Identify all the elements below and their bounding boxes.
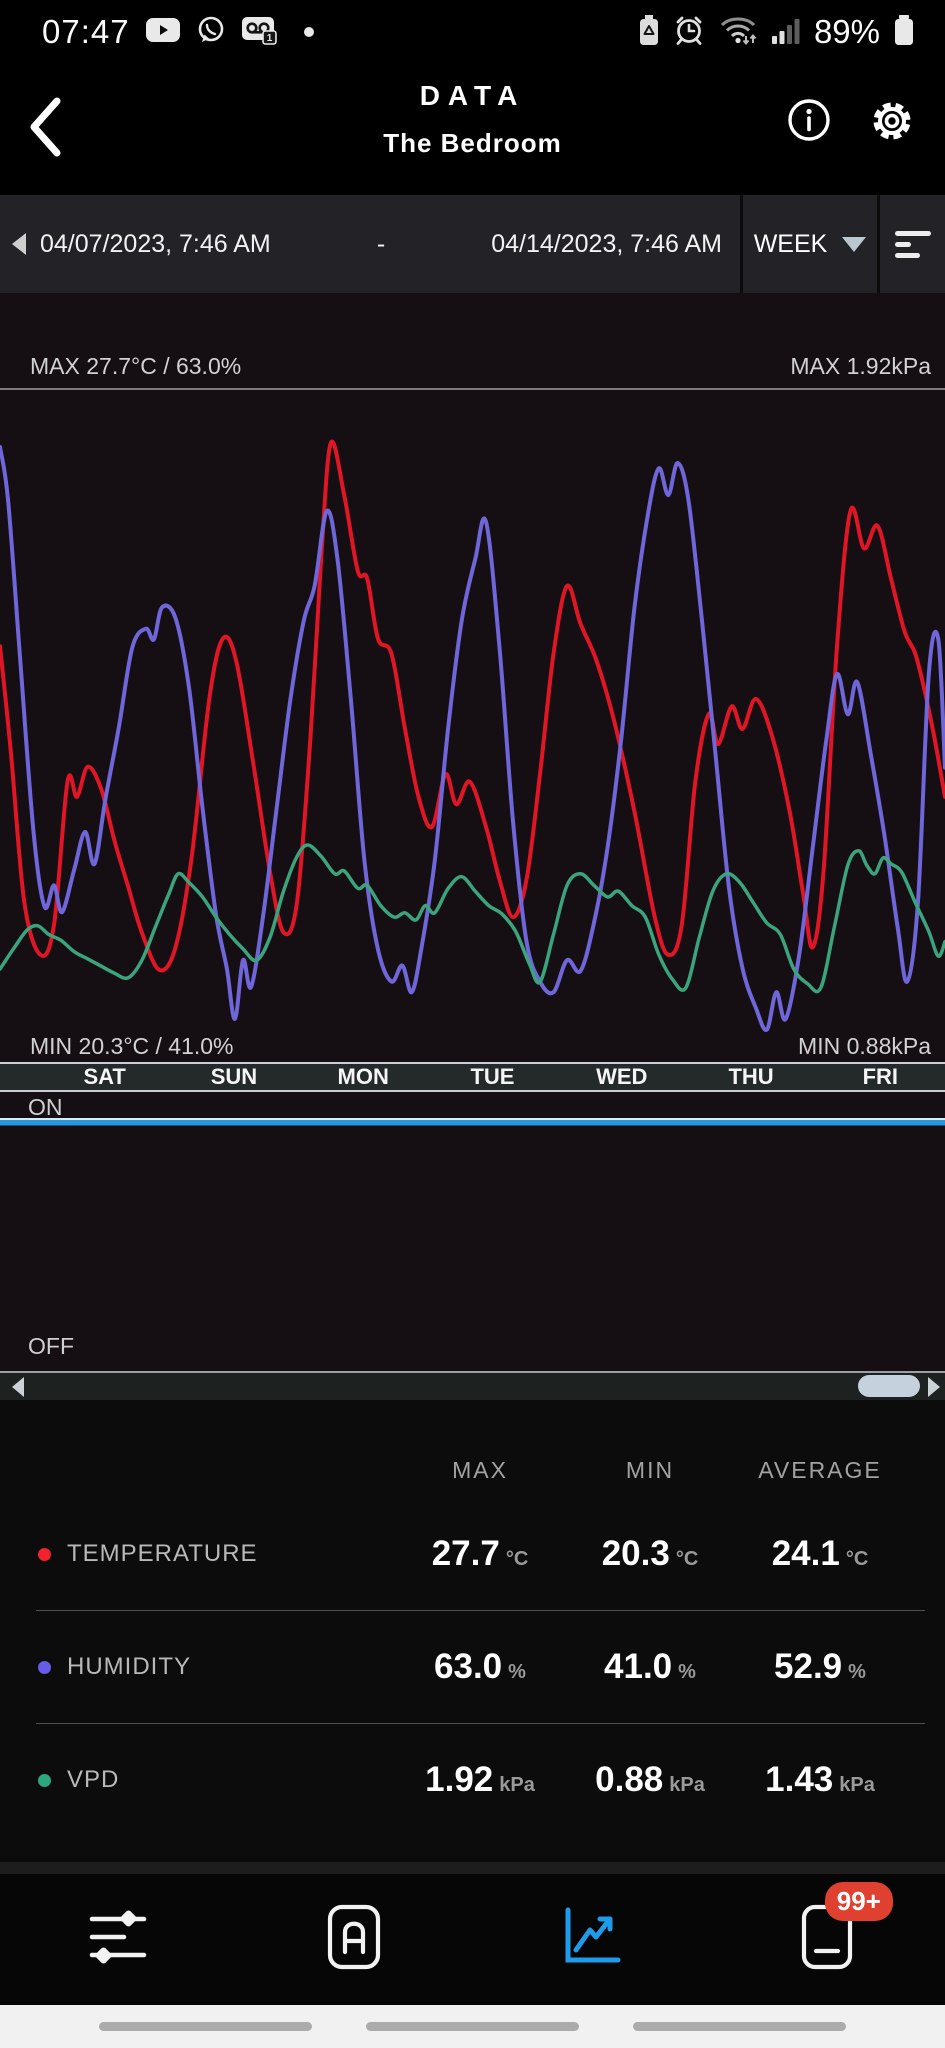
tab-controls[interactable] [0,1907,236,1972]
stats-table-header: MAX MIN AVERAGE [0,1442,945,1498]
battery-icon [893,14,915,51]
range-dropdown-label: WEEK [754,230,828,259]
hum-avg-value: 52.9 [774,1647,842,1686]
tab-automation[interactable] [236,1904,472,1975]
date-range-bar: 04/07/2023, 7:46 AM - 04/14/2023, 7:46 A… [0,195,945,293]
chart-plot[interactable]: MIN 20.3°C / 41.0% MIN 0.88kPa [0,390,945,1062]
a-mode-icon [323,1904,385,1975]
x-axis-days: SAT SUN MON TUE WED THU FRI [0,1062,945,1092]
hum-unit: % [678,1661,696,1683]
battery-saver-icon [638,14,660,51]
humidity-dot [38,1661,51,1674]
notification-badge: 99+ [825,1882,893,1921]
on-label: ON [28,1094,63,1121]
vpd-max-value: 1.92 [425,1760,493,1799]
col-min: MIN [565,1457,735,1484]
status-clock: 07:47 [42,13,130,51]
hum-unit: % [848,1661,866,1683]
app-header: DATA The Bedroom [0,64,945,195]
notifications-icon [801,1957,853,1974]
android-gesture-bar [0,2005,945,2048]
day-label: SUN [169,1064,298,1090]
tab-notifications[interactable]: 99+ [709,1904,945,1975]
signal-icon [771,15,801,50]
sensor-lines-chart [0,390,945,1062]
stats-table: MAX MIN AVERAGE TEMPERATURE 27.7 °C 20.3 °… [0,1400,945,1862]
day-label: MON [299,1064,428,1090]
temp-unit: °C [676,1548,698,1570]
hum-min-value: 41.0 [604,1647,672,1686]
temp-unit: °C [846,1548,868,1570]
wifi-icon [718,14,758,51]
chart-icon [560,1906,622,1973]
gesture-pill[interactable] [99,2022,312,2031]
scroll-right-icon[interactable] [928,1377,940,1397]
day-label: TUE [428,1064,557,1090]
gear-icon[interactable] [867,96,917,151]
battery-percent: 89% [814,13,880,51]
range-end: 04/14/2023, 7:46 AM [491,230,722,259]
chevron-down-icon [842,237,866,252]
chart-scrollbar[interactable] [0,1371,945,1400]
col-average: AVERAGE [735,1457,905,1484]
scrollbar-thumb[interactable] [858,1375,920,1397]
temp-min-value: 20.3 [602,1534,670,1573]
temp-avg-value: 24.1 [772,1534,840,1573]
vpd-unit: kPa [839,1774,875,1796]
day-label: FRI [816,1064,945,1090]
status-bar: 07:47 1 89% [0,0,945,64]
chart-min-right-label: MIN 0.88kPa [798,1033,931,1060]
notification-dot [304,27,314,37]
table-row-temperature: TEMPERATURE 27.7 °C 20.3 °C 24.1 °C [0,1498,945,1610]
row-label: TEMPERATURE [67,1540,258,1568]
temp-unit: °C [506,1548,528,1570]
vpd-dot [38,1774,51,1787]
scroll-left-icon[interactable] [12,1377,24,1397]
chart-max-left-label: MAX 27.7°C / 63.0% [30,353,241,380]
day-label: WED [557,1064,686,1090]
youtube-icon [145,17,181,48]
sort-lines-icon [895,231,931,258]
nav-divider [0,1862,945,1874]
table-row-vpd: VPD 1.92 kPa 0.88 kPa 1.43 kPa [0,1724,945,1836]
gesture-pill[interactable] [366,2022,579,2031]
humidity-line [0,447,945,1030]
vpd-min-value: 0.88 [595,1760,663,1799]
day-label: THU [686,1064,815,1090]
table-row-humidity: HUMIDITY 63.0% 41.0% 52.9% [0,1611,945,1723]
chart-section: MAX 27.7°C / 63.0% MAX 1.92kPa MIN 20.3°… [0,293,945,1400]
hum-unit: % [508,1661,526,1683]
voicemail-icon: 1 [241,15,277,50]
device-onoff-timeline: ON OFF [0,1092,945,1400]
temperature-dot [38,1548,51,1561]
row-label: VPD [67,1766,119,1794]
info-icon[interactable] [785,96,833,149]
vpd-unit: kPa [669,1774,705,1796]
vpd-unit: kPa [499,1774,535,1796]
off-label: OFF [28,1333,74,1360]
chart-options-button[interactable] [880,195,945,293]
hum-max-value: 63.0 [434,1647,502,1686]
gesture-pill[interactable] [633,2022,846,2031]
temp-max-value: 27.7 [432,1534,500,1573]
svg-text:1: 1 [266,33,272,44]
range-dropdown[interactable]: WEEK [743,195,880,293]
col-max: MAX [395,1457,565,1484]
range-separator: - [377,230,385,259]
range-start: 04/07/2023, 7:46 AM [40,230,271,259]
whatsapp-icon [196,15,226,50]
alarm-icon [673,14,705,51]
bottom-nav: 99+ [0,1874,945,2005]
temperature-line [0,441,945,970]
sliders-icon [86,1907,150,1972]
chart-max-right-label: MAX 1.92kPa [790,353,931,380]
chart-min-left-label: MIN 20.3°C / 41.0% [30,1033,234,1060]
day-label: SAT [40,1064,169,1090]
device-on-bar [0,1118,945,1126]
row-label: HUMIDITY [67,1653,191,1681]
date-range[interactable]: 04/07/2023, 7:46 AM - 04/14/2023, 7:46 A… [0,195,743,293]
prev-period-icon[interactable] [12,233,26,255]
vpd-avg-value: 1.43 [765,1760,833,1799]
tab-data-active[interactable] [473,1906,709,1973]
